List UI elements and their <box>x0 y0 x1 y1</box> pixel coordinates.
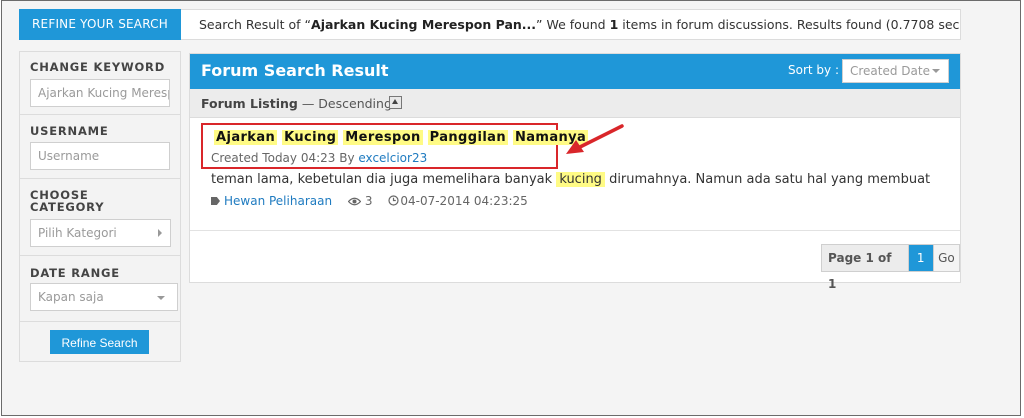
forum-listing-bar: Forum Listing — Descending <box>190 89 960 118</box>
date-range-value: Kapan saja <box>38 290 104 304</box>
refine-search-tab[interactable]: REFINE YOUR SEARCH <box>19 9 181 40</box>
listing-label: Forum Listing — Descending <box>201 96 392 111</box>
clock-icon <box>388 195 399 206</box>
sort-select[interactable]: Created Date <box>842 59 949 83</box>
category-label-line2: CATEGORY <box>30 200 105 214</box>
tag-icon <box>211 197 220 205</box>
username-label: USERNAME <box>30 124 109 138</box>
date-range-select[interactable]: Kapan saja <box>30 283 178 311</box>
result-highlight-box: Ajarkan Kucing Merespon Panggilan Namany… <box>201 123 589 169</box>
category-section: CHOOSE CATEGORY Pilih Kategori <box>20 178 180 256</box>
red-arrow-annotation <box>566 124 624 154</box>
result-title-word: Merespon <box>343 130 423 145</box>
listing-title: Forum Listing <box>201 96 298 111</box>
result-category-link[interactable]: Hewan Peliharaan <box>224 194 332 208</box>
keyword-input[interactable]: Ajarkan Kucing Merespon <box>30 79 170 107</box>
sort-select-value: Created Date <box>850 64 930 78</box>
pagination: Page 1 of 1 1 Go <box>821 244 960 291</box>
username-input[interactable]: Username <box>30 142 170 170</box>
listing-order: — Descending <box>297 96 392 111</box>
category-select[interactable]: Pilih Kategori <box>30 219 171 247</box>
result-author-link[interactable]: excelcior23 <box>358 151 427 165</box>
refine-sidebar: CHANGE KEYWORD Ajarkan Kucing Merespon U… <box>19 51 181 362</box>
search-result-summary: Search Result of “Ajarkan Kucing Merespo… <box>181 9 961 40</box>
result-title-link[interactable]: Ajarkan Kucing Merespon Panggilan Namany… <box>214 130 589 145</box>
eye-icon <box>347 197 361 206</box>
result-title-word: Ajarkan <box>214 130 278 145</box>
go-button[interactable]: Go <box>932 245 960 271</box>
divider <box>190 230 960 231</box>
result-meta: Created Today 04:23 By excelcior23 <box>211 151 427 165</box>
summary-prefix: Search Result of “ <box>199 17 312 32</box>
summary-query: Ajarkan Kucing Merespon Pan... <box>311 17 537 32</box>
panel-title: Forum Search Result <box>201 61 389 80</box>
result-date: 04-07-2014 04:23:25 <box>400 194 528 208</box>
summary-suffix: items in forum discussions. Results foun… <box>618 17 961 32</box>
keyword-label: CHANGE KEYWORD <box>30 60 166 74</box>
chevron-down-icon <box>932 69 940 73</box>
chevron-down-icon <box>157 296 165 300</box>
refine-search-button[interactable]: Refine Search <box>50 330 149 354</box>
result-views: 3 <box>364 194 373 208</box>
keyword-section: CHANGE KEYWORD Ajarkan Kucing Merespon <box>20 52 180 115</box>
snippet-before: teman lama, kebetulan dia juga memelihar… <box>211 172 557 187</box>
summary-mid: ” We found <box>536 17 610 32</box>
result-snippet: teman lama, kebetulan dia juga memelihar… <box>211 172 930 187</box>
page-info: Page 1 of 1 <box>822 245 909 291</box>
result-info-row: Hewan Peliharaan 3 04-07-2014 04:23:25 <box>211 194 528 208</box>
snippet-after: dirumahnya. Namun ada satu hal yang memb… <box>604 172 931 187</box>
sort-label: Sort by : <box>788 63 839 77</box>
collapse-icon[interactable] <box>389 96 402 109</box>
category-select-value: Pilih Kategori <box>38 226 117 240</box>
username-section: USERNAME Username <box>20 114 180 179</box>
panel-header: Forum Search Result Sort by : Created Da… <box>190 54 960 89</box>
date-range-label: DATE RANGE <box>30 266 120 280</box>
snippet-highlight: kucing <box>556 172 605 187</box>
chevron-right-icon <box>158 229 162 237</box>
forum-search-panel: Forum Search Result Sort by : Created Da… <box>189 53 961 291</box>
result-created: Created Today 04:23 By <box>211 151 359 165</box>
date-range-section: DATE RANGE Kapan saja <box>20 255 180 322</box>
result-title-word: Panggilan <box>427 130 509 145</box>
page-1-button[interactable]: 1 <box>908 245 933 271</box>
summary-count: 1 <box>609 17 619 32</box>
result-title-word: Kucing <box>282 130 339 145</box>
